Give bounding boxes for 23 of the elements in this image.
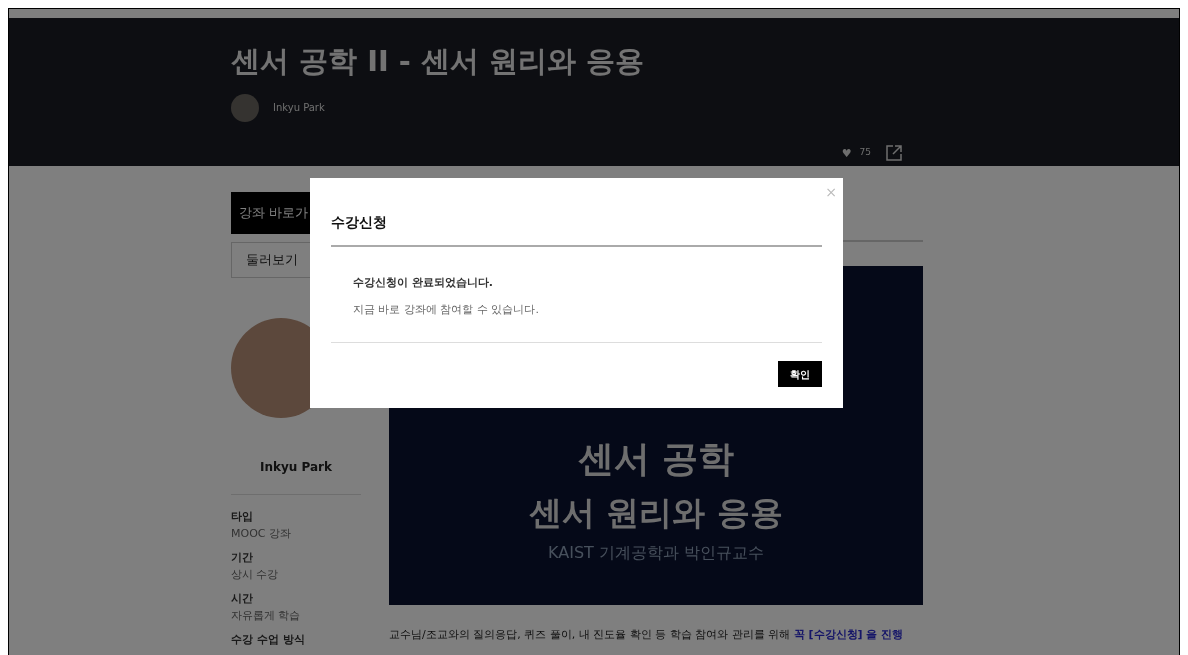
course-title: 센서 공학 II - 센서 원리와 응용 [231,43,646,80]
info-label: 타입 [231,509,254,525]
info-label: 기간 [231,550,254,566]
info-label: 시간 [231,591,254,607]
profile-name: Inkyu Park [259,459,333,476]
author-name: Inkyu Park [273,101,325,115]
info-value: 상시 수강 [231,566,280,583]
avatar-icon [231,93,259,122]
info-label: 수강 수업 방식 [231,632,306,648]
dialog-message: 수강신청이 완료되었습니다. [352,275,494,291]
heart-icon: ♥ [841,147,852,159]
intro-paragraph: 교수님/조교와의 질의응답, 퀴즈 풀이, 내 진도율 확인 등 학습 참여와 관리를 위해 꼭 [수강신청] 을 진행 [389,627,905,643]
like-count: 75 [859,146,871,160]
info-value: MOOC 강좌 [231,525,292,542]
share-icon[interactable] [885,144,903,162]
enroll-link[interactable]: 꼭 [수강신청] 을 진행 [793,628,904,641]
dialog-title: 수강신청 [331,178,822,247]
dialog-subtext: 지금 바로 강좌에 참여할 수 있습니다. [352,301,540,318]
banner-subtitle: 센서 원리와 응용 [529,491,783,534]
banner-caption: KAIST 기계공학과 박인규교수 [548,542,764,564]
confirm-button[interactable]: 확인 [778,361,822,387]
info-value: 자유롭게 학습 [231,607,302,624]
banner-title: 센서 공학 [577,436,735,481]
